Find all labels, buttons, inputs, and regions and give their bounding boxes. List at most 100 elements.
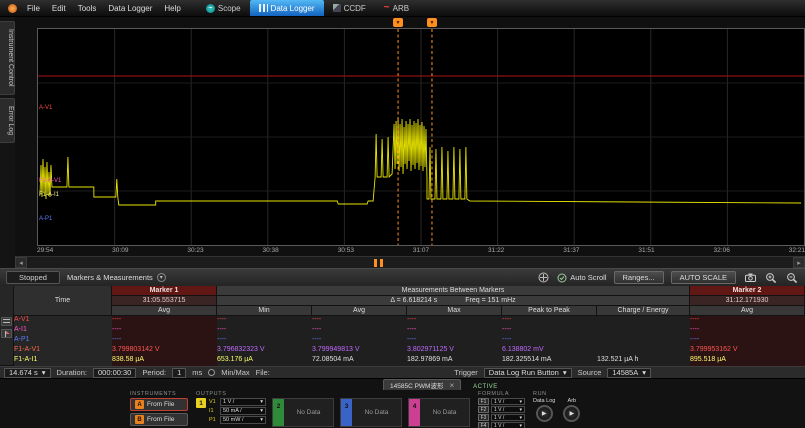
stopped-button[interactable]: Stopped — [6, 271, 60, 284]
instrument-panel: 14585C PWM波形 × ACTIVE INSTRUMENTS A From… — [0, 378, 805, 428]
menu-file[interactable]: File — [21, 4, 46, 13]
chevron-down-icon: ▾ — [563, 368, 567, 377]
marker1-header[interactable]: Marker 1 — [112, 286, 217, 296]
trace-label-f1-a-i1: F1-A-I1 — [39, 192, 59, 198]
menu-tools[interactable]: Tools — [72, 4, 103, 13]
sidebar-tab-instrument-control[interactable]: Instrument Control — [0, 21, 15, 95]
play-icon: ▶ — [570, 410, 575, 417]
tab-arb[interactable]: ~ ARB — [375, 0, 418, 16]
channel1-p1-row: P1 50 mW / ▾ — [209, 416, 266, 424]
f3-scale-select[interactable]: 1 V / ▾ — [491, 414, 525, 421]
marker2-header[interactable]: Marker 2 — [690, 286, 805, 296]
scroll-right-icon[interactable]: ▸ — [793, 257, 805, 268]
period-input[interactable]: 1 — [172, 368, 186, 378]
channel2-group[interactable]: 2 No Data — [272, 398, 334, 427]
chart-toolbar: Stopped Markers & Measurements ▾ Auto Sc… — [0, 268, 805, 286]
tab-ccdf[interactable]: CCDF — [324, 0, 375, 16]
f1-scale-value: 1 V / — [494, 399, 504, 405]
chevron-down-icon: ▾ — [519, 415, 522, 421]
instrument-a-button[interactable]: A From File — [130, 398, 188, 411]
col-header-avg: Avg — [312, 306, 407, 316]
channel3-badge: 3 — [342, 401, 352, 411]
channel4-group[interactable]: 4 No Data — [408, 398, 470, 427]
f2-scale-select[interactable]: 1 V / ▾ — [491, 406, 525, 413]
v1-scale-select[interactable]: 1 V / ▾ — [220, 398, 266, 406]
menu-help[interactable]: Help — [158, 4, 186, 13]
span-select[interactable]: 14.674 s ▾ — [4, 368, 51, 378]
between-markers-header: Measurements Between Markers — [217, 286, 690, 296]
time-tick: 31:07 — [413, 247, 429, 256]
sidebar-tab-error-log[interactable]: Error Log — [0, 98, 15, 143]
datalog-file-tab[interactable]: 14585C PWM波形 × — [383, 379, 461, 390]
screenshot-icon[interactable] — [743, 271, 757, 284]
measurements-table: Time Marker 1 Measurements Between Marke… — [0, 286, 805, 366]
tab-arb-label: ARB — [393, 4, 409, 13]
app-window: File Edit Tools Data Logger Help ~ Scope… — [0, 0, 805, 428]
col-header-max: Max — [407, 306, 502, 316]
channel3-group[interactable]: 3 No Data — [340, 398, 402, 427]
arb-run-button[interactable]: Arb ▶ — [563, 398, 580, 422]
duration-label: Duration: — [57, 368, 87, 377]
chevron-down-icon: ▾ — [260, 399, 263, 405]
app-logo-icon — [8, 4, 17, 13]
tab-data-logger-label: Data Logger — [271, 4, 315, 13]
marker-list-icon[interactable] — [1, 317, 12, 326]
duration-field[interactable]: 000:00:30 — [93, 368, 136, 378]
zoom-out-icon[interactable] — [785, 271, 799, 284]
formula-section: FORMULA F1 1 V / ▾ F2 1 V / ▾ F3 — [478, 391, 525, 428]
channel4-status: No Data — [420, 409, 469, 416]
time-tick: 30:53 — [338, 247, 354, 256]
play-icon: ▶ — [542, 410, 547, 417]
scroll-left-icon[interactable]: ◂ — [15, 257, 27, 268]
waveform-svg — [38, 29, 804, 245]
col-header-min: Min — [217, 306, 312, 316]
channel3-status: No Data — [352, 409, 401, 416]
time-tick: 30:09 — [112, 247, 128, 256]
waveform-plot[interactable]: A-V1 F1-A-V1 F1-A-I1 A-P1 — [37, 28, 805, 246]
trigger-select[interactable]: Data Log Run Button ▾ — [484, 368, 572, 378]
menu-data-logger[interactable]: Data Logger — [102, 4, 158, 13]
marker2-flag[interactable]: ▼ — [427, 18, 437, 27]
run-section: RUN Data Log ▶ Arb ▶ — [533, 391, 580, 428]
scrollbar-handle[interactable] — [374, 259, 383, 267]
marker-flag-icon[interactable] — [1, 329, 12, 338]
minmax-radio[interactable] — [208, 369, 215, 376]
data-log-run-label: Data Log — [533, 398, 555, 404]
chevron-down-icon: ▾ — [642, 368, 646, 377]
p1-scale-value: 50 mW / — [223, 417, 243, 423]
trace-label-f1-a-v1: F1-A-V1 — [39, 178, 61, 184]
menu-edit[interactable]: Edit — [46, 4, 72, 13]
ccdf-icon — [333, 4, 341, 12]
p1-scale-select[interactable]: 50 mW / ▾ — [220, 416, 266, 424]
auto-scroll-toggle[interactable]: Auto Scroll — [557, 273, 606, 283]
close-icon[interactable]: × — [449, 381, 454, 390]
f3-scale-value: 1 V / — [494, 415, 504, 421]
zoom-in-icon[interactable] — [764, 271, 778, 284]
auto-scale-button[interactable]: AUTO SCALE — [671, 271, 736, 284]
trace-label-a-p1: A-P1 — [39, 216, 52, 222]
active-badge: ACTIVE — [473, 384, 498, 390]
i1-scale-select[interactable]: 50 mA / ▾ — [220, 407, 266, 415]
outputs-title: OUTPUTS — [196, 391, 470, 398]
source-select[interactable]: 14585A ▾ — [607, 368, 651, 378]
channel2-status: No Data — [284, 409, 333, 416]
formula-title: FORMULA — [478, 391, 525, 398]
f4-scale-select[interactable]: 1 V / ▾ — [491, 422, 525, 428]
marker2-time: 31:12.171930 — [690, 296, 805, 306]
auto-scroll-icon — [557, 273, 567, 283]
scope-icon: ~ — [206, 4, 215, 13]
chart-scrollbar[interactable]: ◂ ▸ — [15, 256, 805, 268]
delta-freq-readout: Δ = 6.618214 s Freq = 151 mHz — [217, 296, 690, 306]
markers-measurements-button[interactable]: Markers & Measurements ▾ — [67, 273, 166, 282]
instrument-b-button[interactable]: B From File — [130, 413, 188, 426]
time-tick: 32:21 — [789, 247, 805, 256]
data-log-run-button[interactable]: Data Log ▶ — [533, 398, 555, 422]
left-sidebar: Instrument Control Error Log — [0, 17, 15, 268]
tab-scope[interactable]: ~ Scope — [197, 0, 250, 16]
f1-scale-select[interactable]: 1 V / ▾ — [491, 398, 525, 405]
time-tick: 30:23 — [187, 247, 203, 256]
pan-icon[interactable] — [536, 271, 550, 284]
tab-data-logger[interactable]: Data Logger — [250, 0, 324, 16]
marker1-flag[interactable]: ▼ — [393, 18, 403, 27]
ranges-button[interactable]: Ranges... — [614, 271, 664, 284]
